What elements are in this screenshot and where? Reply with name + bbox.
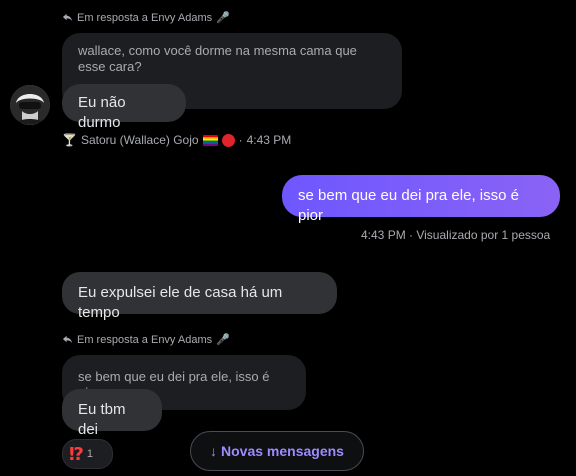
new-messages-button[interactable]: ↓ Novas mensagens <box>190 431 364 471</box>
new-messages-label: Novas mensagens <box>221 443 344 459</box>
reply-header-label: Em resposta a Envy Adams <box>77 11 213 24</box>
message-bubble[interactable]: Eu expulsei ele de casa há um tempo <box>62 272 337 321</box>
microphone-icon: 🎤 <box>216 12 230 24</box>
reply-header-label: Em resposta a Envy Adams <box>77 333 213 346</box>
red-circle-icon <box>221 133 235 147</box>
quoted-message-text: wallace, como você dorme na mesma cama q… <box>78 43 357 74</box>
reply-header: Em resposta a Envy Adams 🎤 <box>62 333 230 346</box>
avatar-image <box>10 85 50 125</box>
sender-meta: 🍸 Satoru (Wallace) Gojo · 4:43 PM <box>62 133 292 147</box>
outgoing-message-text: se bem que eu dei pra ele, isso é pior <box>298 187 519 224</box>
sender-name[interactable]: Satoru (Wallace) Gojo <box>81 133 199 147</box>
message-text: Eu expulsei ele de casa há um tempo <box>78 284 283 321</box>
reply-header: Em resposta a Envy Adams 🎤 <box>62 11 230 24</box>
avatar[interactable] <box>10 85 50 125</box>
message-text: Eu não durmo <box>78 94 126 131</box>
message-text: Eu tbm dei <box>78 401 126 438</box>
message-bubble[interactable]: Eu tbm dei <box>62 389 162 438</box>
reaction-count: 1 <box>86 448 94 460</box>
interrobang-icon: ⁉ <box>69 444 84 464</box>
read-receipt-text: 4:43 PM · Visualizado por 1 pessoa <box>361 228 551 242</box>
arrow-down-icon: ↓ <box>210 443 218 459</box>
microphone-icon: 🎤 <box>216 334 230 346</box>
message-bubble[interactable]: Eu não durmo <box>62 84 186 131</box>
cocktail-icon: 🍸 <box>62 133 77 147</box>
rainbow-flag-icon <box>202 134 218 146</box>
message-time: 4:43 PM <box>246 133 292 147</box>
read-receipt: 4:43 PM · Visualizado por 1 pessoa <box>361 228 550 242</box>
reply-arrow-icon <box>62 13 73 22</box>
reply-arrow-icon <box>62 335 73 344</box>
reaction-badge[interactable]: ⁉ 1 <box>62 439 113 469</box>
outgoing-message-bubble[interactable]: se bem que eu dei pra ele, isso é pior <box>282 175 560 224</box>
